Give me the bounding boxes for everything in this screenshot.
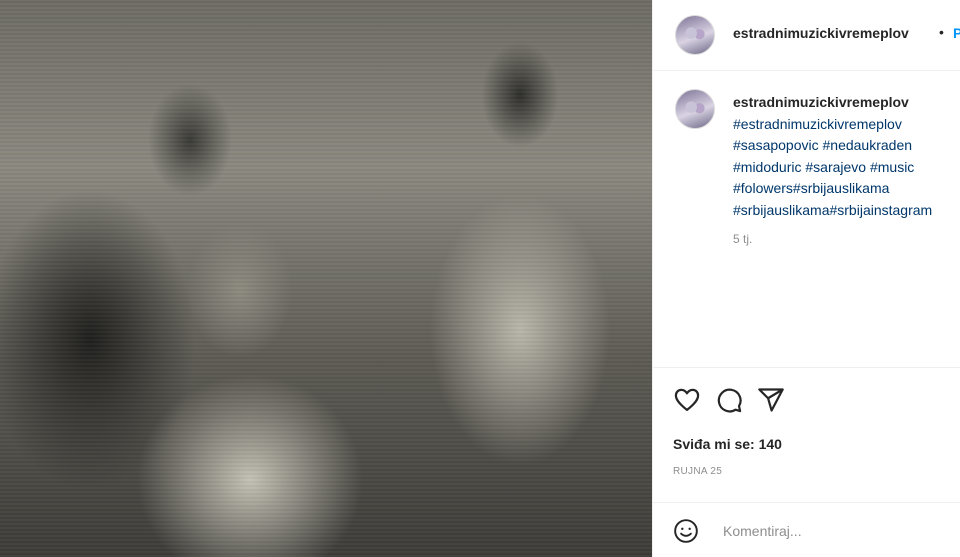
post-sidebar: estradnimuzickivremeplov • P estradnimuz… — [652, 0, 960, 557]
follow-button[interactable]: P — [953, 25, 960, 41]
action-bar — [673, 384, 785, 416]
divider — [653, 502, 960, 503]
caption-avatar[interactable] — [675, 89, 715, 129]
share-icon[interactable] — [757, 386, 785, 414]
post-header: estradnimuzickivremeplov • P — [653, 0, 960, 71]
emoji-icon[interactable] — [673, 518, 699, 549]
separator-dot: • — [939, 24, 944, 40]
caption: estradnimuzickivremeplov #estradnimuzick… — [733, 92, 960, 221]
caption-age: 5 tj. — [733, 232, 753, 246]
hashtag-line[interactable]: #folowers#srbijauslikama — [733, 178, 960, 200]
comment-input[interactable] — [721, 522, 945, 540]
caption-username[interactable]: estradnimuzickivremeplov — [733, 92, 960, 114]
hashtag-line[interactable]: #midoduric #sarajevo #music — [733, 157, 960, 179]
post-photo[interactable] — [0, 0, 652, 557]
avatar[interactable] — [675, 15, 715, 55]
heart-icon[interactable] — [673, 386, 701, 414]
hashtag-line[interactable]: #srbijauslikama#srbijainstagram — [733, 200, 960, 222]
likes-count[interactable]: Sviđa mi se: 140 — [673, 436, 782, 452]
post-date: RUJNA 25 — [673, 466, 723, 477]
comment-icon[interactable] — [715, 386, 743, 414]
divider — [653, 367, 960, 368]
hashtag-line[interactable]: #estradnimuzickivremeplov — [733, 114, 960, 136]
post-username[interactable]: estradnimuzickivremeplov — [733, 25, 909, 41]
hashtag-line[interactable]: #sasapopovic #nedaukraden — [733, 135, 960, 157]
